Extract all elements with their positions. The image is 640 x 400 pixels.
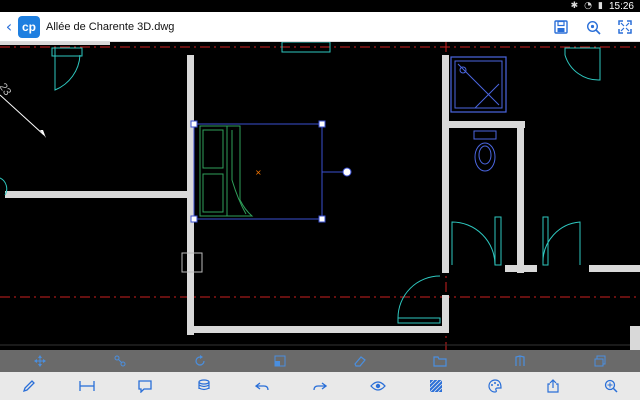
measure-button[interactable] — [58, 372, 116, 400]
snap-button[interactable] — [80, 350, 160, 372]
rotate-handle[interactable] — [342, 167, 352, 177]
file-title: Allée de Charente 3D.dwg — [46, 20, 175, 33]
zoom-search-button[interactable] — [584, 18, 602, 36]
palette-button[interactable] — [466, 372, 524, 400]
eye-icon — [370, 381, 387, 391]
zoom-icon — [604, 379, 618, 393]
fullscreen-button[interactable] — [616, 18, 634, 36]
zoom-search-icon — [586, 20, 601, 35]
layers-stack-icon — [198, 379, 210, 391]
edge-wall-fragment — [630, 326, 640, 350]
move-button[interactable] — [0, 350, 80, 372]
app-logo: cp — [18, 15, 40, 38]
bluetooth-icon: ✱ — [570, 1, 579, 11]
properties-icon — [594, 355, 606, 367]
palette-icon — [488, 379, 502, 393]
rotate-button[interactable] — [160, 350, 240, 372]
redo-button[interactable] — [291, 372, 349, 400]
scale-button[interactable] — [240, 350, 320, 372]
app-bar: ‹ cp Allée de Charente 3D.dwg — [0, 12, 640, 42]
status-clock: 15:26 — [608, 0, 634, 12]
save-icon — [554, 20, 568, 34]
main-toolbar — [0, 372, 640, 400]
pencil-button[interactable] — [0, 372, 58, 400]
view-button[interactable] — [349, 372, 407, 400]
move-icon — [34, 355, 46, 367]
scale-icon — [274, 355, 286, 367]
app-logo-glyph: cp — [21, 19, 36, 34]
fullscreen-icon — [618, 20, 632, 34]
folder-button[interactable] — [400, 350, 480, 372]
save-button[interactable] — [552, 18, 570, 36]
folder-icon — [433, 356, 447, 367]
edit-toolbar — [0, 350, 640, 372]
undo-button[interactable] — [233, 372, 291, 400]
layers-button[interactable] — [480, 350, 560, 372]
app-bar-actions — [552, 12, 634, 42]
floor-plan: 23 × — [0, 42, 640, 350]
measure-icon — [79, 381, 95, 391]
comment-icon — [138, 380, 153, 393]
app-screen: ✱ ◔ ▮ 15:26 ‹ cp Allée de Charente 3D.dw… — [0, 0, 640, 400]
snap-icon — [114, 355, 126, 367]
properties-button[interactable] — [560, 350, 640, 372]
erase-icon — [354, 356, 366, 367]
undo-icon — [254, 382, 269, 391]
pencil-icon — [23, 380, 36, 393]
back-button[interactable]: ‹ — [2, 12, 16, 42]
center-marker-icon: × — [255, 168, 262, 177]
chevron-left-icon: ‹ — [5, 17, 13, 36]
share-button[interactable] — [524, 372, 582, 400]
rotate-icon — [195, 355, 205, 366]
zoom-button[interactable] — [582, 372, 640, 400]
battery-icon: ▮ — [598, 1, 603, 11]
drawing-canvas[interactable]: 23 × — [0, 42, 640, 350]
status-bar: ✱ ◔ ▮ 15:26 — [0, 0, 640, 12]
layers-stack-button[interactable] — [175, 372, 233, 400]
share-icon — [547, 379, 559, 393]
wifi-icon: ◔ — [584, 1, 593, 11]
redo-icon — [313, 382, 328, 391]
comment-button[interactable] — [116, 372, 174, 400]
erase-button[interactable] — [320, 350, 400, 372]
hatch-icon — [430, 379, 443, 393]
hatch-button[interactable] — [407, 372, 465, 400]
layers-icon — [515, 355, 525, 366]
